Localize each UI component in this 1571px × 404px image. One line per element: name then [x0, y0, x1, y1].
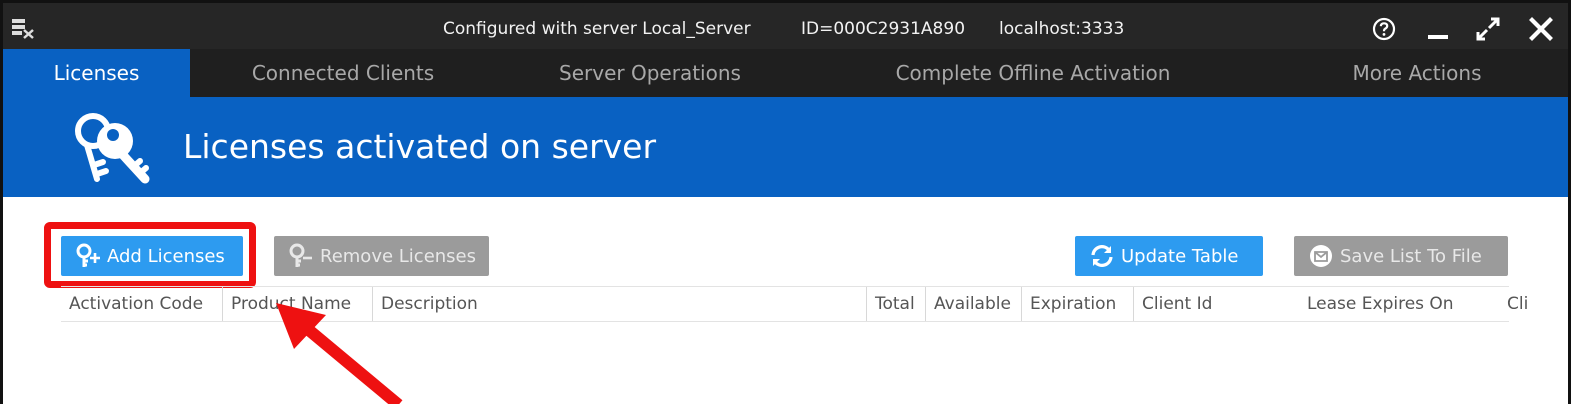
maximize-button[interactable] — [1471, 12, 1505, 46]
column-available[interactable]: Available — [925, 287, 1021, 321]
help-button[interactable] — [1367, 12, 1401, 46]
column-lease-expires-on[interactable]: Lease Expires On — [1299, 287, 1507, 321]
remove-licenses-label: Remove Licenses — [320, 245, 477, 267]
column-expiration[interactable]: Expiration — [1021, 287, 1133, 321]
tab-licenses[interactable]: Licenses — [3, 49, 190, 97]
server-host-text: localhost:3333 — [999, 19, 1125, 39]
update-table-label: Update Table — [1121, 245, 1239, 267]
column-product-name[interactable]: Product Name — [222, 287, 372, 321]
column-cli[interactable]: Cli — [1507, 287, 1547, 321]
maximize-icon — [1476, 17, 1500, 41]
mail-icon — [1310, 245, 1332, 267]
tab-bar: Licenses Connected Clients Server Operat… — [3, 49, 1568, 97]
remove-key-icon — [289, 243, 312, 267]
refresh-icon — [1091, 245, 1113, 267]
table-header: Activation Code Product Name Description… — [61, 286, 1509, 322]
minimize-button[interactable] — [1421, 12, 1455, 46]
column-total[interactable]: Total — [866, 287, 925, 321]
app-icon — [12, 19, 34, 39]
tab-server-operations[interactable]: Server Operations — [533, 49, 767, 97]
tab-more-actions[interactable]: More Actions — [1321, 49, 1513, 97]
server-config-text: Configured with server Local_Server — [443, 19, 751, 39]
page-header-banner: Licenses activated on server — [3, 97, 1568, 197]
app-window: Configured with server Local_Server ID=0… — [0, 0, 1571, 404]
help-icon — [1372, 17, 1396, 41]
server-id-text: ID=000C2931A890 — [801, 19, 966, 39]
add-licenses-label: Add Licenses — [107, 245, 225, 267]
column-client-id[interactable]: Client Id — [1133, 287, 1299, 321]
tab-connected-clients[interactable]: Connected Clients — [221, 49, 465, 97]
save-list-label: Save List To File — [1340, 245, 1482, 267]
minimize-icon — [1428, 35, 1448, 39]
column-activation-code[interactable]: Activation Code — [61, 287, 222, 321]
keys-icon — [75, 113, 150, 184]
tab-complete-offline-activation[interactable]: Complete Offline Activation — [871, 49, 1195, 97]
update-table-button[interactable]: Update Table — [1075, 236, 1263, 276]
remove-licenses-button[interactable]: Remove Licenses — [274, 236, 489, 276]
add-key-icon — [76, 243, 100, 267]
close-button[interactable] — [1524, 12, 1558, 46]
save-list-button[interactable]: Save List To File — [1294, 236, 1508, 276]
column-description[interactable]: Description — [372, 287, 866, 321]
add-licenses-button[interactable]: Add Licenses — [61, 236, 243, 276]
page-title: Licenses activated on server — [183, 127, 657, 166]
close-icon — [1529, 17, 1553, 41]
title-bar: Configured with server Local_Server ID=0… — [3, 3, 1568, 49]
